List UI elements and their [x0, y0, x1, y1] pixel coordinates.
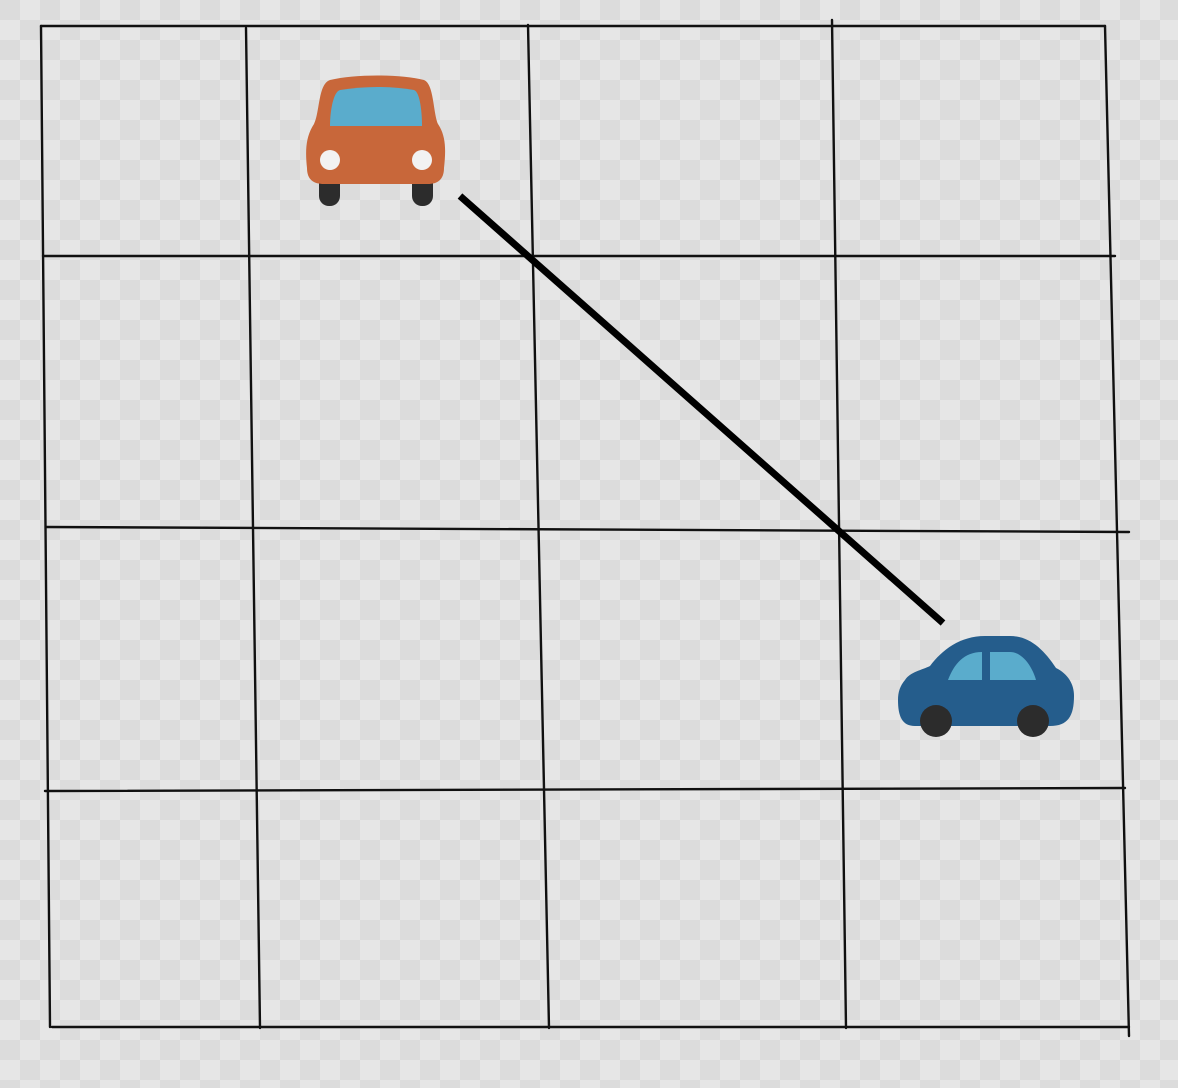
orange-car-windshield — [330, 87, 422, 126]
orange-car-icon — [306, 75, 446, 206]
grid-line-horizontal — [44, 525, 1131, 534]
grid-line-horizontal — [43, 786, 1127, 793]
blue-car-wheel-rear — [1017, 705, 1049, 737]
blue-car-icon — [898, 636, 1074, 737]
grid-diagram — [39, 18, 1131, 1038]
connector-line — [457, 193, 946, 626]
orange-car-headlight-left — [320, 150, 340, 170]
grid-lines — [39, 18, 1131, 1038]
orange-car-headlight-right — [412, 150, 432, 170]
blue-car-wheel-front — [920, 705, 952, 737]
grid-line-vertical — [526, 23, 551, 1030]
